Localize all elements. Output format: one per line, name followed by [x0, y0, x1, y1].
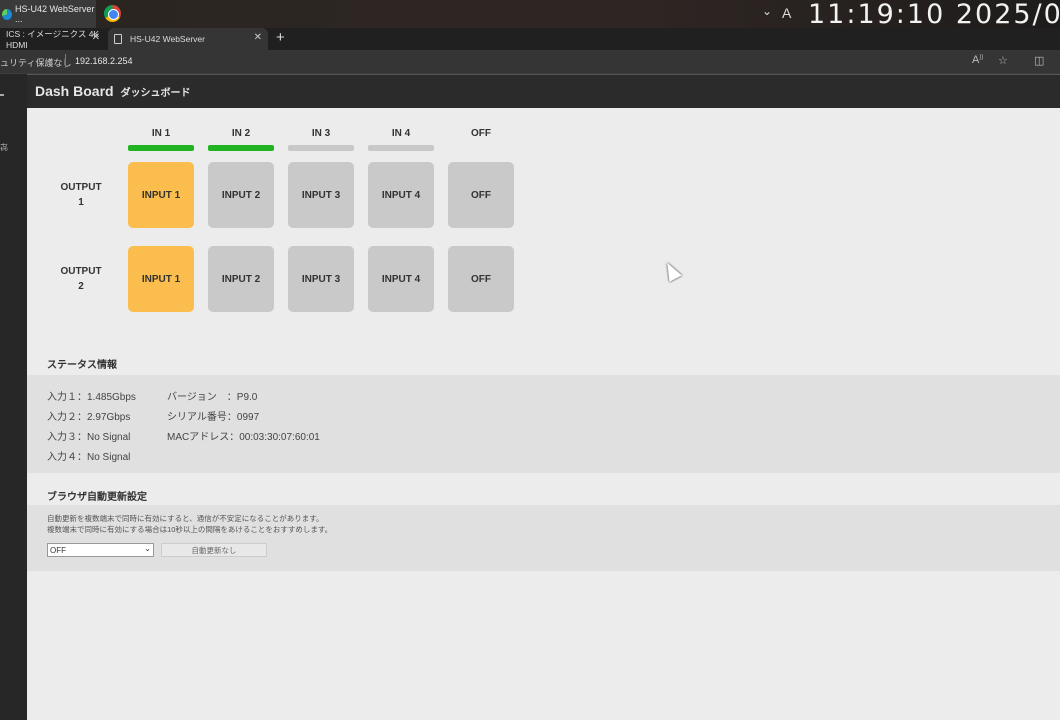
sidebar-strip: 㐂 [0, 74, 27, 720]
tab-webserver[interactable]: HS-U42 WebServer ✕ [108, 28, 268, 50]
chrome-icon[interactable] [104, 5, 121, 22]
page-content: Dash Board ダッシュボード IN 1 IN 2 IN 3 IN 4 O… [27, 74, 1060, 720]
tab-imagenics[interactable]: ICS : イメージニクス 4K HDMI ✕ [0, 28, 106, 50]
taskbar-app-edge[interactable]: HS-U42 WebServer ... [0, 0, 96, 28]
status-version: バージョン ：P9.0 [167, 392, 258, 403]
auto-refresh-select[interactable]: OFF ⌄ [47, 543, 154, 557]
output-label-line2: 1 [78, 197, 84, 208]
close-icon[interactable]: ✕ [92, 32, 100, 43]
output1-input3-button[interactable]: INPUT 3 [288, 162, 354, 228]
clock: 11:19:10 2025/01/ [808, 0, 1060, 30]
status-panel: 入力１：1.485Gbps 入力２：2.97Gbps 入力３：No Signal… [27, 375, 1060, 473]
status-mac: MACアドレス：00:03:30:07:60:01 [167, 432, 320, 443]
output1-input1-button[interactable]: INPUT 1 [128, 162, 194, 228]
status-section-title: ステータス情報 [47, 360, 117, 371]
output1-input2-button[interactable]: INPUT 2 [208, 162, 274, 228]
output-label-line2: 2 [78, 281, 84, 292]
auto-refresh-panel: 自動更新を複数端末で同時に有効にすると、通信が不安定になることがあります。 複数… [27, 505, 1060, 571]
page-title-text: Dash Board [35, 83, 114, 99]
status-input3: 入力３：No Signal [47, 432, 131, 443]
auto-refresh-note-2: 複数端末で同時に有効にする場合は10秒以上の間隔をあけることをおすすめします。 [47, 525, 333, 534]
output2-input2-button[interactable]: INPUT 2 [208, 246, 274, 312]
favorite-star-icon[interactable]: ☆ [998, 54, 1008, 67]
status-input4: 入力４：No Signal [47, 452, 131, 463]
output2-off-button[interactable]: OFF [448, 246, 514, 312]
chevron-down-icon: ⌄ [144, 544, 151, 553]
output1-off-button[interactable]: OFF [448, 162, 514, 228]
signal-bar-in1 [128, 145, 194, 151]
signal-bar-in3 [288, 145, 354, 151]
split-screen-icon[interactable]: ◫ [1034, 54, 1044, 67]
status-serial: シリアル番号：0997 [167, 412, 260, 423]
divider [65, 54, 66, 68]
ime-indicator[interactable]: A [782, 5, 791, 21]
security-indicator[interactable]: ュリティ保護なし [0, 56, 71, 69]
page-header: Dash Board ダッシュボード [27, 74, 1060, 108]
sidebar-marker[interactable] [0, 94, 4, 96]
output1-input4-button[interactable]: INPUT 4 [368, 162, 434, 228]
page-title-sub: ダッシュボード [120, 88, 191, 99]
page-icon [114, 34, 122, 44]
os-taskbar: HS-U42 WebServer ... ⌄ A 11:19:10 2025/0… [0, 0, 1060, 30]
browser-tabstrip: ICS : イメージニクス 4K HDMI ✕ HS-U42 WebServer… [0, 28, 1060, 50]
page-title: Dash Board ダッシュボード [35, 83, 190, 99]
auto-refresh-button[interactable]: 自動更新なし [161, 543, 267, 557]
url-field[interactable]: 192.168.2.254 [75, 56, 133, 66]
tray-chevron-icon[interactable]: ⌄ [762, 4, 772, 18]
taskbar-app-title: HS-U42 WebServer ... [14, 4, 95, 24]
tab-label: HS-U42 WebServer [130, 34, 205, 44]
column-label-in1: IN 1 [151, 128, 171, 139]
output-label-line1: OUTPUT [60, 266, 102, 277]
column-label-in2: IN 2 [231, 128, 251, 139]
new-tab-icon[interactable]: + [276, 29, 285, 46]
output-label-line1: OUTPUT [60, 182, 102, 193]
close-icon[interactable]: ✕ [254, 32, 262, 43]
auto-refresh-note-1: 自動更新を複数端末で同時に有効にすると、通信が不安定になることがあります。 [47, 514, 324, 523]
read-aloud-icon[interactable]: A)) [972, 54, 983, 66]
output-label-2: OUTPUT 2 [51, 264, 111, 294]
auto-refresh-title: ブラウザ自動更新設定 [47, 492, 147, 503]
sidebar-marker-glyph[interactable]: 㐂 [0, 142, 8, 153]
auto-refresh-select-value: OFF [50, 545, 66, 555]
column-label-in3: IN 3 [311, 128, 331, 139]
column-label-in4: IN 4 [391, 128, 411, 139]
output2-input3-button[interactable]: INPUT 3 [288, 246, 354, 312]
output-label-1: OUTPUT 1 [51, 180, 111, 210]
signal-bar-in2 [208, 145, 274, 151]
status-input1: 入力１：1.485Gbps [47, 392, 136, 403]
output2-input1-button[interactable]: INPUT 1 [128, 246, 194, 312]
address-bar: ュリティ保護なし 192.168.2.254 A)) ☆ ◫ [0, 50, 1060, 74]
output2-input4-button[interactable]: INPUT 4 [368, 246, 434, 312]
signal-bar-in4 [368, 145, 434, 151]
status-input2: 入力２：2.97Gbps [47, 412, 131, 423]
edge-icon [2, 8, 12, 20]
column-label-off: OFF [471, 128, 491, 139]
